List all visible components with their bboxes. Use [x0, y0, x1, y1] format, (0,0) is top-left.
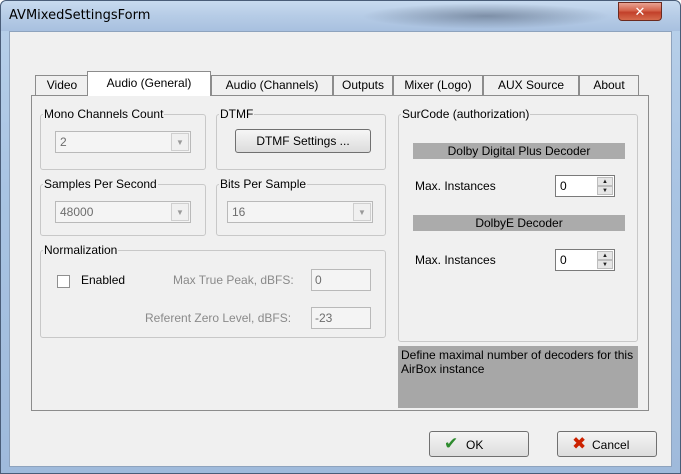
ok-button-label: OK	[466, 438, 484, 452]
dolbye-decoder-header: DolbyE Decoder	[413, 215, 625, 231]
tab-page-audio-general: Mono Channels Count 2 ▼ DTMF DTMF Settin…	[31, 95, 649, 411]
chevron-down-icon[interactable]: ▼	[597, 186, 613, 195]
mono-channels-group: Mono Channels Count 2 ▼	[40, 107, 206, 170]
tab-audio-channels[interactable]: Audio (Channels)	[211, 75, 333, 95]
chevron-up-icon[interactable]: ▲	[597, 251, 613, 260]
group-title: DTMF	[219, 107, 255, 121]
tab-aux-source[interactable]: AUX Source	[483, 75, 579, 95]
tab-video[interactable]: Video	[35, 75, 89, 95]
surcode-group: SurCode (authorization) Dolby Digital Pl…	[398, 107, 638, 342]
tab-label: Audio (General)	[106, 76, 192, 90]
chevron-down-icon[interactable]: ▼	[597, 260, 613, 269]
window-title: AVMixedSettingsForm	[9, 8, 151, 23]
dolbye-max-instances-stepper[interactable]: 0 ▲ ▼	[555, 249, 615, 271]
tab-audio-general[interactable]: Audio (General)	[87, 71, 211, 96]
dtmf-settings-button[interactable]: DTMF Settings ...	[235, 129, 371, 153]
bits-per-sample-group: Bits Per Sample 16 ▼	[216, 177, 386, 236]
enabled-label: Enabled	[81, 273, 126, 287]
description-box: Define maximal number of decoders for th…	[398, 346, 638, 408]
dialog-window: AVMixedSettingsForm ✕ Video Audio (Gener…	[0, 0, 681, 474]
stepper-value: 0	[560, 253, 567, 267]
mono-channels-combo[interactable]: 2 ▼	[55, 131, 191, 153]
dolby-digital-plus-header: Dolby Digital Plus Decoder	[413, 143, 625, 159]
group-title: Normalization	[43, 243, 119, 257]
group-title: Bits Per Sample	[219, 177, 308, 191]
dolby-plus-max-instances-stepper[interactable]: 0 ▲ ▼	[555, 175, 615, 197]
close-button[interactable]: ✕	[618, 2, 662, 21]
tab-label: Mixer (Logo)	[404, 78, 472, 92]
bits-per-sample-combo[interactable]: 16 ▼	[227, 201, 373, 223]
cancel-icon: ✖	[572, 434, 587, 453]
dolby-plus-max-instances-label: Max. Instances	[415, 179, 496, 193]
tab-label: AUX Source	[497, 78, 565, 92]
combo-value: 2	[60, 135, 67, 149]
group-title: SurCode (authorization)	[401, 107, 531, 121]
cancel-button[interactable]: ✖ Cancel	[557, 431, 657, 457]
tab-label: Video	[46, 78, 78, 92]
enabled-checkbox[interactable]	[57, 275, 70, 288]
tab-label: Audio (Channels)	[225, 78, 319, 92]
group-title: Samples Per Second	[43, 177, 158, 191]
referent-zero-level-label: Referent Zero Level, dBFS:	[145, 311, 292, 325]
group-title: Mono Channels Count	[43, 107, 165, 121]
chevron-down-icon[interactable]: ▼	[171, 133, 189, 151]
chevron-down-icon[interactable]: ▼	[171, 203, 189, 221]
title-bar: AVMixedSettingsForm ✕	[1, 1, 680, 31]
normalization-group: Normalization Enabled Max True Peak, dBF…	[40, 243, 386, 338]
max-true-peak-label: Max True Peak, dBFS:	[173, 273, 294, 287]
tab-about[interactable]: About	[579, 75, 639, 95]
dtmf-group: DTMF DTMF Settings ...	[216, 107, 386, 170]
close-icon: ✕	[634, 4, 646, 19]
combo-value: 16	[232, 205, 246, 219]
dolbye-max-instances-label: Max. Instances	[415, 253, 496, 267]
chevron-down-icon[interactable]: ▼	[353, 203, 371, 221]
samples-per-second-group: Samples Per Second 48000 ▼	[40, 177, 206, 236]
checkmark-icon: ✔	[444, 434, 459, 453]
ok-button[interactable]: ✔ OK	[429, 431, 529, 457]
button-label: DTMF Settings ...	[256, 134, 350, 148]
tab-label: Outputs	[341, 78, 385, 92]
cancel-button-label: Cancel	[592, 438, 630, 452]
chevron-up-icon[interactable]: ▲	[597, 177, 613, 186]
samples-per-second-combo[interactable]: 48000 ▼	[55, 201, 191, 223]
max-true-peak-field[interactable]: 0	[311, 269, 371, 291]
combo-value: 48000	[60, 205, 94, 219]
referent-zero-level-field[interactable]: -23	[311, 307, 371, 329]
tab-outputs[interactable]: Outputs	[333, 75, 393, 95]
tab-label: About	[593, 78, 625, 92]
tab-mixer-logo[interactable]: Mixer (Logo)	[393, 75, 483, 95]
stepper-value: 0	[560, 179, 567, 193]
title-bar-decoration	[361, 3, 611, 29]
